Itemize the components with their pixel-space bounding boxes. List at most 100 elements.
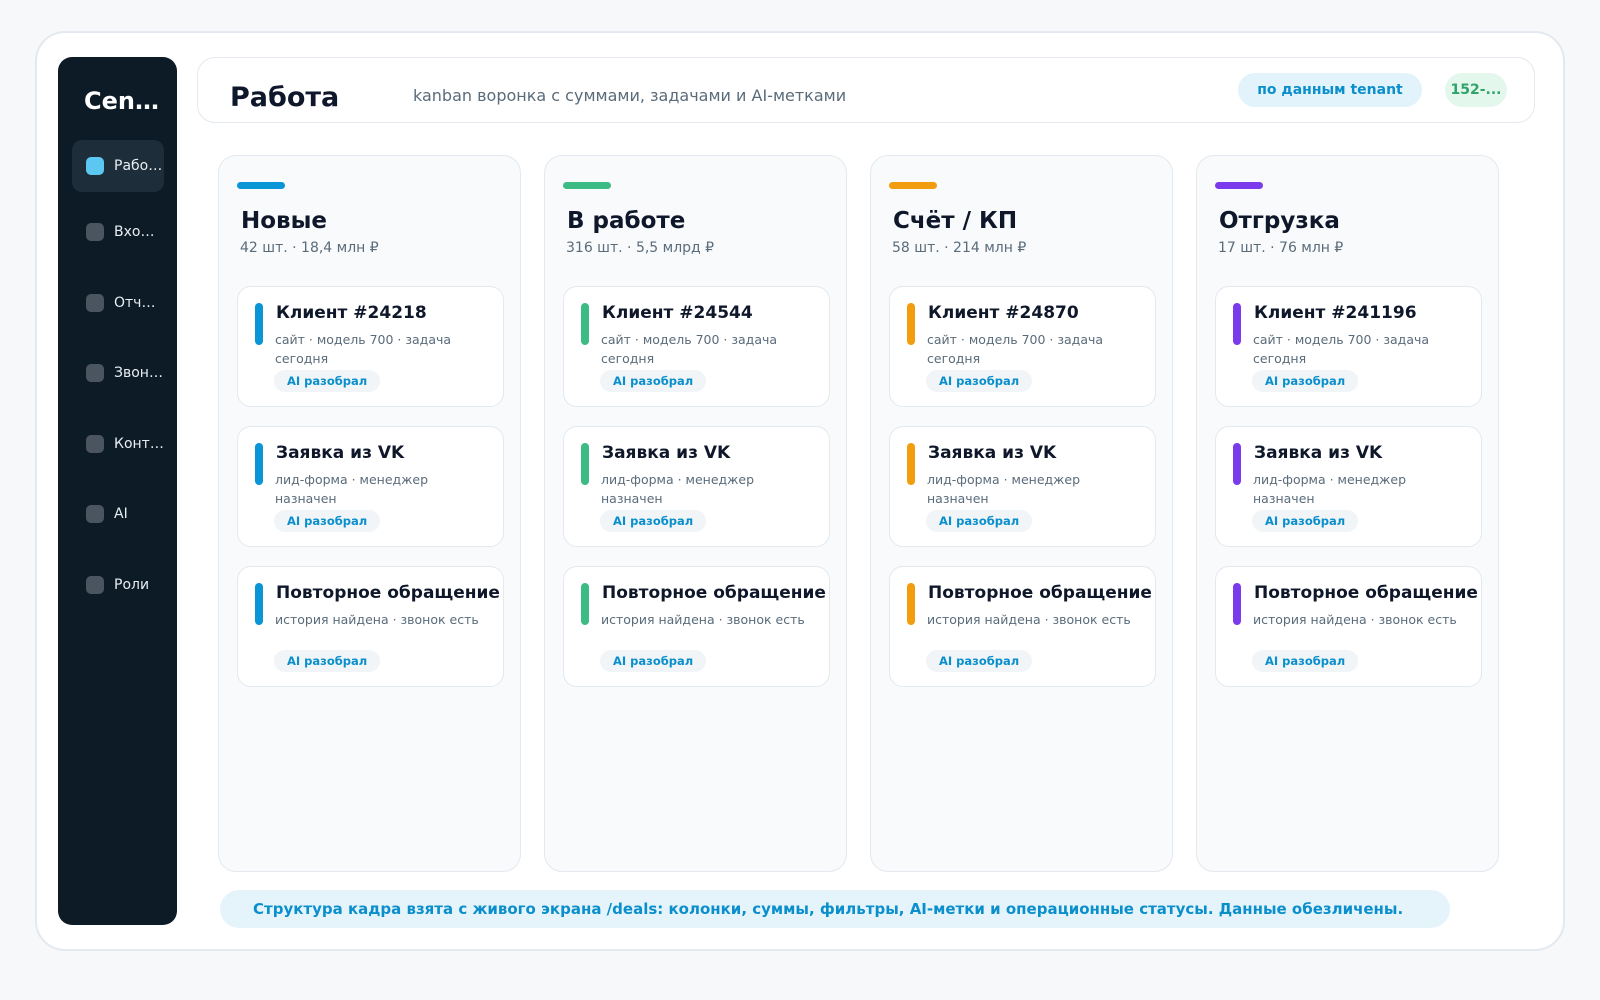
deal-card[interactable]: Заявка из VK лид-форма · менеджер назнач…	[1215, 426, 1482, 547]
sidebar-item-label: Отчёты	[114, 295, 164, 311]
column-title: Отгрузка	[1219, 208, 1340, 234]
card-color-bar	[907, 443, 915, 485]
nav-square-icon	[86, 364, 104, 382]
card-title: Клиент #24218	[276, 303, 427, 323]
card-title: Клиент #24870	[928, 303, 1079, 323]
deal-card[interactable]: Заявка из VK лид-форма · менеджер назнач…	[563, 426, 830, 547]
sidebar-item-rabota[interactable]: Работа	[72, 140, 164, 192]
page-title: Работа	[230, 82, 340, 113]
sidebar-item-label: Входящ...	[114, 224, 164, 240]
sidebar-item-label: Звонки	[114, 365, 164, 381]
card-color-bar	[1233, 443, 1241, 485]
card-title: Заявка из VK	[602, 443, 731, 463]
ai-tag: AI разобрал	[926, 650, 1033, 672]
card-color-bar	[255, 443, 263, 485]
kanban-column-shipment: Отгрузка 17 шт. · 76 млн ₽ Клиент #24119…	[1196, 155, 1499, 872]
sidebar-item-calls[interactable]: Звонки	[72, 347, 164, 399]
kanban-column-invoice: Счёт / КП 58 шт. · 214 млн ₽ Клиент #248…	[870, 155, 1173, 872]
sidebar-item-ai[interactable]: AI	[72, 488, 164, 540]
card-title: Клиент #241196	[1254, 303, 1417, 323]
footer-note: Структура кадра взята с живого экрана /d…	[220, 890, 1450, 928]
deal-card[interactable]: Клиент #24544 сайт · модель 700 · задача…	[563, 286, 830, 407]
card-subtitle: лид-форма · менеджер назначен	[1253, 472, 1407, 506]
card-subtitle: сайт · модель 700 · задача сегодня	[601, 332, 778, 366]
card-subtitle: сайт · модель 700 · задача сегодня	[927, 332, 1104, 366]
card-title: Повторное обращение	[1254, 583, 1478, 603]
card-subtitle: история найдена · звонок есть	[1253, 612, 1457, 627]
deal-card[interactable]: Клиент #24218 сайт · модель 700 · задача…	[237, 286, 504, 407]
ai-tag: AI разобрал	[600, 370, 707, 392]
page-subtitle: kanban воронка с суммами, задачами и AI-…	[413, 86, 847, 105]
ai-tag: AI разобрал	[926, 510, 1033, 532]
kanban-column-new: Новые 42 шт. · 18,4 млн ₽ Клиент #24218 …	[218, 155, 521, 872]
ai-tag: AI разобрал	[1252, 650, 1359, 672]
ai-tag: AI разобрал	[1252, 510, 1359, 532]
card-color-bar	[581, 303, 589, 345]
kanban-column-in-progress: В работе 316 шт. · 5,5 млрд ₽ Клиент #24…	[544, 155, 847, 872]
column-accent-bar	[563, 182, 611, 189]
column-accent-bar	[1215, 182, 1263, 189]
card-subtitle: история найдена · звонок есть	[927, 612, 1131, 627]
sidebar-item-roles[interactable]: Роли	[72, 559, 164, 611]
card-subtitle: лид-форма · менеджер назначен	[927, 472, 1081, 506]
card-title: Повторное обращение	[928, 583, 1152, 603]
nav-square-icon	[86, 157, 104, 175]
card-title: Заявка из VK	[276, 443, 405, 463]
card-title: Повторное обращение	[602, 583, 826, 603]
tenant-badge[interactable]: по данным tenant	[1238, 73, 1422, 107]
nav-square-icon	[86, 294, 104, 312]
column-title: Новые	[241, 208, 328, 234]
deal-card[interactable]: Клиент #24870 сайт · модель 700 · задача…	[889, 286, 1156, 407]
ai-tag: AI разобрал	[926, 370, 1033, 392]
deal-card[interactable]: Повторное обращение история найдена · зв…	[889, 566, 1156, 687]
sidebar-item-content[interactable]: Контент	[72, 418, 164, 470]
column-summary: 316 шт. · 5,5 млрд ₽	[566, 240, 715, 256]
nav-square-icon	[86, 576, 104, 594]
ai-tag: AI разобрал	[274, 650, 381, 672]
card-subtitle: сайт · модель 700 · задача сегодня	[1253, 332, 1430, 366]
card-title: Заявка из VK	[1254, 443, 1383, 463]
page-header: Работа kanban воронка с суммами, задачам…	[197, 57, 1535, 123]
card-title: Заявка из VK	[928, 443, 1057, 463]
column-summary: 58 шт. · 214 млн ₽	[892, 240, 1027, 256]
deal-card[interactable]: Повторное обращение история найдена · зв…	[237, 566, 504, 687]
column-accent-bar	[237, 182, 285, 189]
ai-tag: AI разобрал	[274, 370, 381, 392]
nav-square-icon	[86, 435, 104, 453]
deal-card[interactable]: Повторное обращение история найдена · зв…	[563, 566, 830, 687]
card-subtitle: сайт · модель 700 · задача сегодня	[275, 332, 452, 366]
card-color-bar	[581, 443, 589, 485]
card-color-bar	[1233, 303, 1241, 345]
card-subtitle: лид-форма · менеджер назначен	[275, 472, 429, 506]
deal-card[interactable]: Клиент #241196 сайт · модель 700 · задач…	[1215, 286, 1482, 407]
sidebar-item-label: AI	[114, 506, 128, 522]
card-color-bar	[907, 303, 915, 345]
column-accent-bar	[889, 182, 937, 189]
deal-card[interactable]: Заявка из VK лид-форма · менеджер назнач…	[889, 426, 1156, 547]
card-title: Клиент #24544	[602, 303, 753, 323]
sidebar: Cent... Работа Входящ... Отчёты Звонки К…	[58, 57, 177, 925]
card-color-bar	[255, 303, 263, 345]
count-badge[interactable]: 152-...	[1445, 73, 1507, 107]
card-subtitle: история найдена · звонок есть	[601, 612, 805, 627]
card-color-bar	[255, 583, 263, 625]
card-color-bar	[907, 583, 915, 625]
ai-tag: AI разобрал	[1252, 370, 1359, 392]
card-color-bar	[581, 583, 589, 625]
deal-card[interactable]: Повторное обращение история найдена · зв…	[1215, 566, 1482, 687]
deal-card[interactable]: Заявка из VK лид-форма · менеджер назнач…	[237, 426, 504, 547]
sidebar-item-label: Работа	[114, 158, 164, 174]
brand-logo: Cent...	[84, 87, 170, 115]
ai-tag: AI разобрал	[600, 510, 707, 532]
column-title: В работе	[567, 208, 686, 234]
nav-square-icon	[86, 223, 104, 241]
sidebar-item-reports[interactable]: Отчёты	[72, 277, 164, 329]
ai-tag: AI разобрал	[600, 650, 707, 672]
sidebar-item-label: Контент	[114, 436, 164, 452]
nav-square-icon	[86, 505, 104, 523]
card-color-bar	[1233, 583, 1241, 625]
ai-tag: AI разобрал	[274, 510, 381, 532]
column-title: Счёт / КП	[893, 208, 1018, 234]
sidebar-item-inbox[interactable]: Входящ...	[72, 206, 164, 258]
column-summary: 42 шт. · 18,4 млн ₽	[240, 240, 379, 256]
